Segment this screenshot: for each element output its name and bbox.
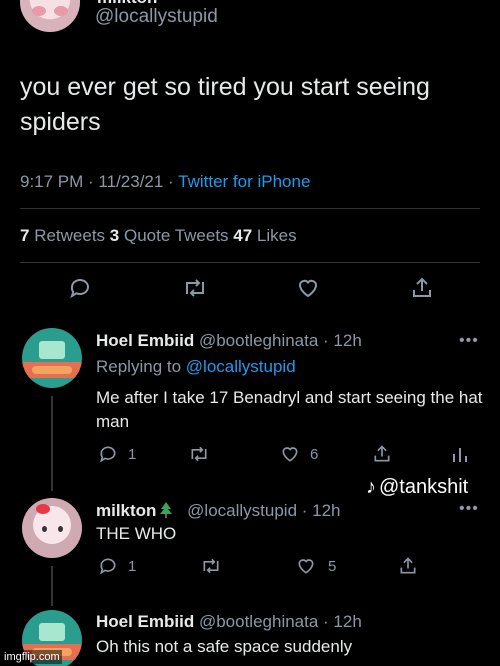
reply-author-name[interactable]: milkton (96, 501, 156, 520)
tweet-actions (0, 276, 500, 304)
reply-button[interactable]: 1 (98, 444, 136, 464)
author-avatar[interactable] (20, 0, 80, 32)
reply-actions: 1 6 (96, 444, 486, 466)
divider (20, 208, 480, 209)
reply-actions: 1 5 (96, 556, 486, 578)
share-icon[interactable] (372, 444, 392, 464)
quotes-label[interactable]: Quote Tweets (119, 226, 233, 245)
tweet-stats: 7 Retweets 3 Quote Tweets 47 Likes (20, 226, 297, 246)
reply-text: Me after I take 17 Benadryl and start se… (96, 388, 483, 431)
more-options-icon[interactable]: ••• (459, 500, 479, 518)
like-count: 6 (310, 445, 319, 463)
reply-header: milkton @locallystupid · 12h (96, 500, 341, 521)
like-count: 5 (328, 557, 337, 575)
christmas-tree-icon (160, 502, 173, 518)
tiktok-watermark: ♪ @tankshit (366, 476, 468, 499)
retweet-icon[interactable] (182, 276, 208, 300)
divider (20, 262, 480, 263)
watermark-text: @tankshit (379, 476, 469, 498)
reply-author-handle[interactable]: @bootleghinata · 12h (194, 612, 362, 631)
tiktok-icon: ♪ (366, 476, 376, 498)
retweets-label[interactable]: Retweets (29, 226, 109, 245)
reply-button[interactable]: 1 (98, 556, 136, 576)
reply-count: 1 (128, 445, 137, 463)
reply-icon[interactable] (68, 276, 92, 300)
thread-line (51, 396, 53, 491)
tweet-text: you ever get so tired you start seeing s… (20, 73, 430, 136)
more-options-icon[interactable]: ••• (459, 332, 479, 350)
quotes-count[interactable]: 3 (110, 226, 119, 245)
share-icon[interactable] (398, 556, 418, 576)
thread-line (51, 566, 53, 606)
reply-header: Hoel Embiid @bootleghinata · 12h (96, 331, 362, 351)
imgflip-watermark: imgflip.com (2, 650, 62, 664)
reply-text: Oh this not a safe space suddenly (96, 637, 353, 656)
likes-count[interactable]: 47 (233, 226, 252, 245)
share-icon[interactable] (410, 276, 434, 300)
reply-text: THE WHO (96, 524, 177, 543)
author-handle[interactable]: @locallystupid (95, 6, 218, 28)
main-tweet: milkton @locallystupid you ever get so t… (0, 0, 500, 313)
tweet-meta: 9:17 PM · 11/23/21 · Twitter for iPhone (20, 172, 310, 192)
tweet-timestamp[interactable]: 9:17 PM · 11/23/21 · (20, 172, 178, 191)
replying-to: Replying to @locallystupid (96, 357, 296, 377)
replying-to-handle[interactable]: @locallystupid (186, 357, 296, 376)
reply-author-handle[interactable]: @bootleghinata · 12h (194, 331, 362, 350)
reply-author-name[interactable]: Hoel Embiid (96, 331, 194, 350)
reply-header: Hoel Embiid @bootleghinata · 12h (96, 612, 362, 632)
like-button[interactable]: 5 (296, 556, 336, 576)
replying-to-label: Replying to (96, 357, 186, 376)
reply-count: 1 (128, 557, 137, 575)
reply-author-handle[interactable]: @locallystupid · 12h (182, 501, 340, 520)
like-icon[interactable] (296, 276, 320, 300)
like-button[interactable]: 6 (280, 444, 318, 464)
hello-kitty-avatar[interactable] (22, 498, 82, 558)
bmo-avatar[interactable] (22, 328, 82, 388)
likes-label[interactable]: Likes (252, 226, 297, 245)
analytics-icon[interactable] (452, 444, 468, 464)
reply-author-name[interactable]: Hoel Embiid (96, 612, 194, 631)
tweet-source[interactable]: Twitter for iPhone (178, 172, 310, 191)
retweet-icon[interactable] (200, 556, 222, 576)
retweet-icon[interactable] (188, 444, 210, 464)
